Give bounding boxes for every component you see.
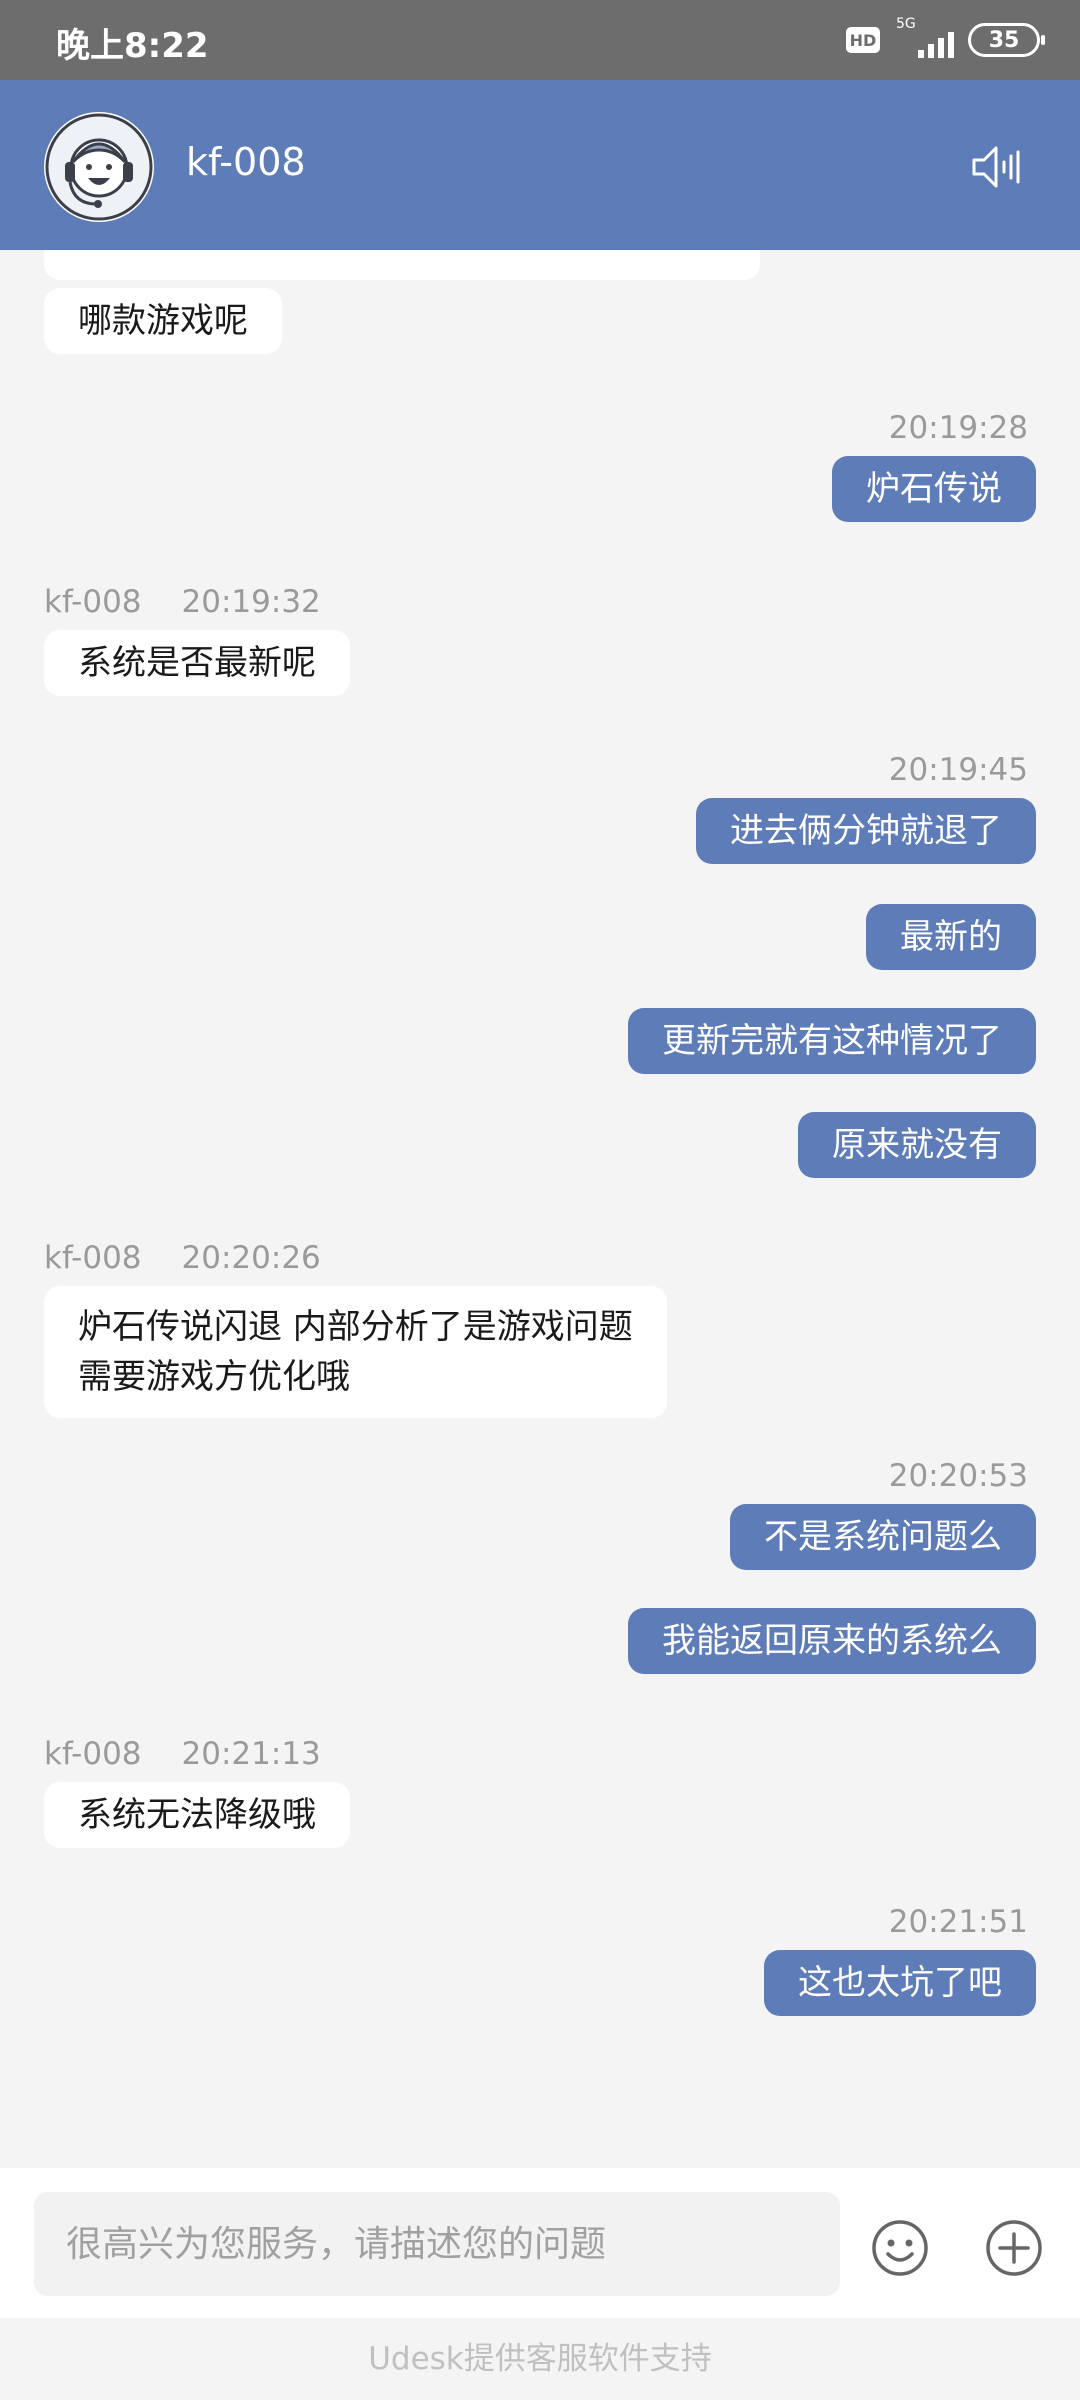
- message-bubble-user: 炉石传说: [832, 456, 1036, 522]
- message-timestamp: 20:19:45: [888, 752, 1028, 788]
- message-meta: kf-008 20:19:32: [44, 584, 321, 620]
- status-bar: 晚上8:22 HD 5G 35: [0, 0, 1080, 80]
- message-composer: [0, 2168, 1080, 2318]
- battery-icon: 35: [968, 23, 1045, 57]
- chat-messages[interactable]: 哪款游戏呢 20:19:28 炉石传说 kf-008 20:19:32 系统是否最…: [0, 250, 1080, 2168]
- message-input[interactable]: [34, 2192, 840, 2296]
- message-timestamp: 20:20:53: [888, 1458, 1028, 1494]
- network-label: 5G: [896, 16, 916, 32]
- message-timestamp: 20:21:13: [181, 1736, 321, 1772]
- message-bubble-user: 原来就没有: [798, 1112, 1036, 1178]
- message-meta: kf-008 20:21:13: [44, 1736, 321, 1772]
- sender-name: kf-008: [44, 1240, 142, 1276]
- plus-icon[interactable]: [984, 2218, 1044, 2278]
- message-bubble-agent: 系统是否最新呢: [44, 630, 350, 696]
- headset-agent-icon: [45, 113, 153, 221]
- agent-name: kf-008: [186, 140, 306, 184]
- speaker-icon[interactable]: [968, 140, 1022, 194]
- hd-icon: HD: [846, 27, 880, 53]
- signal-icon: 5G: [894, 16, 954, 62]
- agent-avatar[interactable]: [44, 112, 154, 222]
- message-timestamp: 20:19:28: [888, 410, 1028, 446]
- emoji-icon[interactable]: [870, 2218, 930, 2278]
- message-bubble-user: 我能返回原来的系统么: [628, 1608, 1036, 1674]
- message-bubble-user: 进去俩分钟就退了: [696, 798, 1036, 864]
- message-timestamp: 20:20:26: [181, 1240, 321, 1276]
- status-icons: HD 5G 35: [846, 16, 1045, 62]
- powered-by-footer: Udesk提供客服软件支持: [0, 2318, 1080, 2400]
- message-bubble-user: 不是系统问题么: [730, 1504, 1036, 1570]
- status-time: 晚上8:22: [56, 26, 209, 66]
- message-bubble-agent: 哪款游戏呢: [44, 288, 282, 354]
- battery-level: 35: [988, 27, 1020, 53]
- message-bubble-user: 最新的: [866, 904, 1036, 970]
- message-bubble-partial: [44, 250, 760, 280]
- chat-header: kf-008: [0, 80, 1080, 250]
- sender-name: kf-008: [44, 1736, 142, 1772]
- sender-name: kf-008: [44, 584, 142, 620]
- message-meta: kf-008 20:20:26: [44, 1240, 321, 1276]
- message-bubble-agent: 炉石传说闪退 内部分析了是游戏问题 需要游戏方优化哦: [44, 1286, 667, 1418]
- message-bubble-user: 更新完就有这种情况了: [628, 1008, 1036, 1074]
- message-timestamp: 20:21:51: [888, 1904, 1028, 1940]
- message-bubble-user: 这也太坑了吧: [764, 1950, 1036, 2016]
- message-timestamp: 20:19:32: [181, 584, 321, 620]
- message-bubble-agent: 系统无法降级哦: [44, 1782, 350, 1848]
